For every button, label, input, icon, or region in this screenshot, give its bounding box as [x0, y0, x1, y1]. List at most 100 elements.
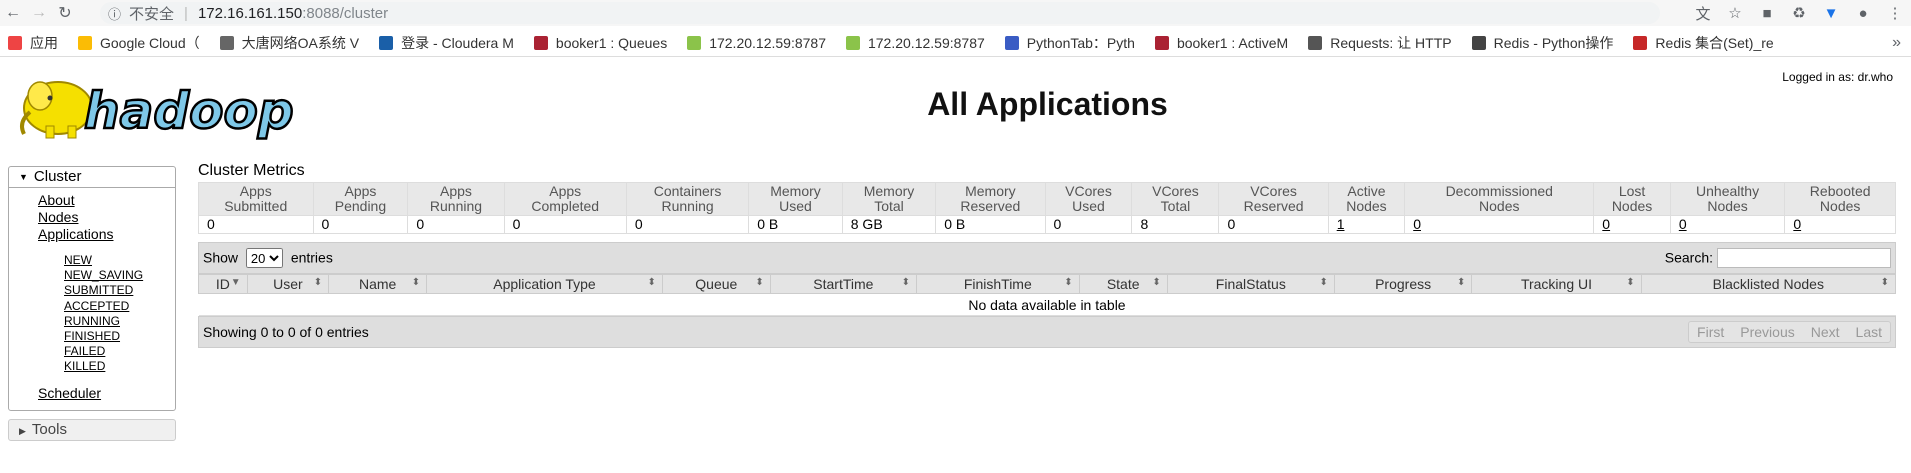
pager-last-button[interactable]: Last [1848, 322, 1890, 342]
menu-icon[interactable]: ⋮ [1879, 4, 1911, 22]
column-header[interactable]: Name ⬍ [328, 274, 428, 294]
column-header-label: Progress [1375, 276, 1432, 292]
column-header[interactable]: ID ▼ [198, 274, 248, 294]
metric-value: 1 [1327, 215, 1406, 234]
star-icon[interactable]: ☆ [1719, 4, 1751, 22]
sort-icon[interactable]: ⬍ [1152, 277, 1160, 288]
bookmark-apps[interactable]: 应用 [0, 33, 58, 53]
nav-state-running[interactable]: RUNNING [9, 314, 175, 329]
column-header[interactable]: Tracking UI ⬍ [1471, 274, 1642, 294]
bookmark-item[interactable]: Redis 集合(Set)_re [1625, 33, 1774, 53]
entries-select[interactable]: 20 [245, 248, 283, 268]
bookmark-item[interactable]: 大唐网络OA系统 V [212, 33, 359, 53]
column-header[interactable]: FinalStatus ⬍ [1166, 274, 1335, 294]
pager-first-button[interactable]: First [1689, 322, 1732, 342]
nav-state-failed[interactable]: FAILED [9, 344, 175, 359]
metric-header-line1: Rebooted [1809, 183, 1871, 199]
sort-icon[interactable]: ⬍ [1626, 277, 1634, 288]
more-bookmarks-icon[interactable]: » [1892, 34, 1901, 52]
metric-header: VCores Total [1131, 182, 1220, 216]
search-input[interactable] [1717, 248, 1891, 268]
bookmark-favicon-icon [533, 36, 548, 50]
nav-state-submitted[interactable]: SUBMITTED [9, 283, 175, 298]
bookmark-item[interactable]: Google Cloud（ [70, 33, 200, 53]
sort-icon[interactable]: ⬍ [314, 277, 322, 288]
sort-icon[interactable]: ⬍ [647, 277, 655, 288]
account-icon[interactable]: ● [1847, 5, 1879, 22]
metric-value: 0 B [748, 215, 843, 234]
metric-value-link[interactable]: 1 [1337, 216, 1345, 232]
bookmark-label: Redis - Python操作 [1493, 35, 1614, 51]
sort-icon[interactable]: ⬍ [902, 277, 910, 288]
sort-icon[interactable]: ⬍ [1457, 277, 1465, 288]
column-header[interactable]: Blacklisted Nodes ⬍ [1640, 274, 1897, 294]
nav-state-accepted[interactable]: ACCEPTED [9, 299, 175, 314]
bookmark-item[interactable]: Requests: 让 HTTP [1300, 33, 1452, 53]
translate-icon[interactable]: 文 [1687, 3, 1719, 24]
sort-icon[interactable]: ⬍ [1064, 277, 1072, 288]
table-info: Showing 0 to 0 of 0 entries [203, 324, 369, 340]
bookmark-favicon-icon [78, 36, 92, 50]
sort-icon[interactable]: ⬍ [1319, 277, 1327, 288]
pager-previous-button[interactable]: Previous [1732, 322, 1802, 342]
nav-state-finished[interactable]: FINISHED [9, 329, 175, 344]
column-header[interactable]: Application Type ⬍ [426, 274, 663, 294]
forward-icon[interactable]: → [26, 0, 52, 26]
bookmark-item[interactable]: Redis - Python操作 [1464, 33, 1614, 53]
address-bar[interactable]: ⓘ 不安全 | 172.16.161.150:8088/cluster [100, 2, 1660, 24]
sort-icon[interactable]: ▼ [231, 277, 241, 288]
apps-grid-icon [8, 36, 22, 50]
sort-icon[interactable]: ⬍ [755, 277, 763, 288]
download-extension-icon[interactable]: ▼ [1815, 5, 1847, 22]
back-icon[interactable]: ← [0, 0, 26, 26]
info-icon[interactable]: ⓘ [108, 4, 121, 23]
metric-value-link[interactable]: 0 [1413, 216, 1421, 232]
nav-link-nodes[interactable]: Nodes [9, 209, 175, 226]
bookmark-item[interactable]: 登录 - Cloudera M [371, 33, 514, 53]
metric-value: 0 [503, 215, 627, 234]
column-header-label: State [1106, 276, 1140, 292]
browser-actions: 文 ☆ ■ ♻ ▼ ● ⋮ [1687, 0, 1911, 26]
apps-table-footer: Showing 0 to 0 of 0 entries First Previou… [198, 316, 1896, 348]
metric-header-line1: VCores [1065, 183, 1112, 199]
nav-link-about[interactable]: About [9, 192, 175, 209]
sort-icon[interactable]: ⬍ [1881, 277, 1889, 288]
metric-header: Unhealthy Nodes [1669, 182, 1786, 216]
extension-icon[interactable]: ■ [1751, 5, 1783, 22]
column-header-label: Name [358, 276, 397, 292]
bookmark-item[interactable]: 172.20.12.59:8787 [838, 35, 985, 51]
column-header[interactable]: State ⬍ [1078, 274, 1168, 294]
metric-value-link[interactable]: 0 [1793, 216, 1801, 232]
bookmark-favicon-icon [1154, 36, 1169, 50]
metric-value: 0 [1593, 215, 1671, 234]
metric-header-line2: Total [1160, 198, 1191, 214]
column-header[interactable]: Queue ⬍ [661, 274, 771, 294]
column-header[interactable]: Progress ⬍ [1333, 274, 1473, 294]
tools-section[interactable]: ▶ Tools [8, 418, 176, 441]
bookmark-item[interactable]: PythonTab：Pyth [997, 33, 1135, 53]
metric-value: 0 [1669, 215, 1786, 234]
metric-value-link[interactable]: 0 [1602, 216, 1610, 232]
nav-state-new[interactable]: NEW [9, 253, 175, 268]
pager-next-button[interactable]: Next [1803, 322, 1848, 342]
metric-value-link[interactable]: 0 [1679, 216, 1687, 232]
cluster-header[interactable]: ▼ Cluster [9, 167, 175, 188]
bookmark-item[interactable]: booker1 : ActiveM [1147, 35, 1288, 51]
nav-link-scheduler[interactable]: Scheduler [9, 385, 175, 402]
column-header[interactable]: User ⬍ [246, 274, 330, 294]
metric-header-line2: Total [874, 198, 904, 214]
metric-header-line2: Running [661, 198, 714, 214]
nav-state-new-saving[interactable]: NEW_SAVING [9, 268, 175, 283]
metric-header-line1: Apps [549, 183, 582, 199]
collapse-icon[interactable]: ▼ [19, 172, 28, 182]
reload-icon[interactable]: ↻ [52, 0, 78, 26]
nav-link-applications[interactable]: Applications [9, 226, 175, 243]
bookmark-item[interactable]: 172.20.12.59:8787 [679, 35, 826, 51]
sort-icon[interactable]: ⬍ [412, 277, 420, 288]
column-header[interactable]: FinishTime ⬍ [915, 274, 1080, 294]
bookmark-item[interactable]: booker1 : Queues [526, 35, 667, 51]
nav-state-killed[interactable]: KILLED [9, 359, 175, 374]
insecure-label: 不安全 [129, 5, 175, 23]
column-header[interactable]: StartTime ⬍ [769, 274, 917, 294]
sync-icon[interactable]: ♻ [1783, 4, 1815, 22]
